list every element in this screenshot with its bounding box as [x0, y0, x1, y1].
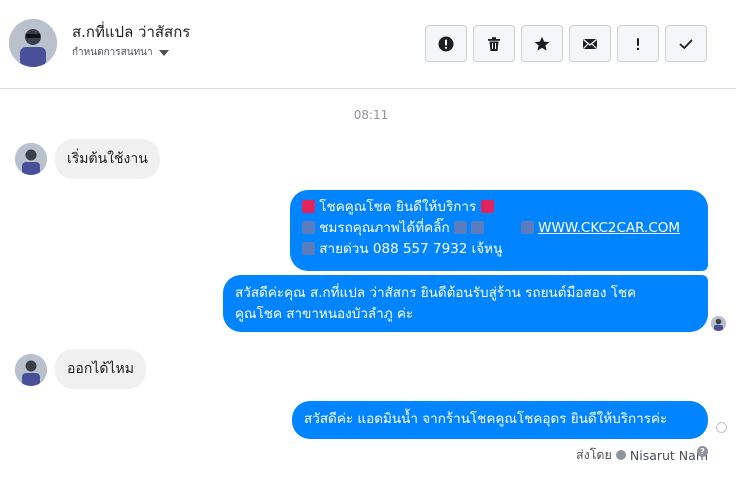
exclamation-icon: [636, 37, 640, 50]
incoming-message[interactable]: ออกได้ไหม: [55, 349, 146, 389]
down-arrow-emoji-icon: [453, 221, 467, 234]
message-line: สวัสดีค่ะคุณ ส.กที่แปล ว่าสัสกร ยินดีต้อ…: [235, 285, 637, 301]
message-line: คูณโชค สาขาหนองบัวลำภู ค่ะ: [235, 306, 414, 322]
envelope-icon: [583, 38, 597, 49]
contact-avatar[interactable]: [9, 19, 57, 67]
outgoing-message[interactable]: สวัสดีค่ะคุณ ส.กที่แปล ว่าสัสกร ยินดีต้อ…: [223, 275, 708, 332]
message-timestamp: 08:11: [353, 108, 389, 122]
contact-name[interactable]: ส.กที่แปล ว่าสัสกร: [72, 20, 190, 44]
outgoing-message[interactable]: สวัสดีค่ะ แอดมินน้ำ จากร้านโชคคูณโชคอุดร…: [292, 401, 708, 439]
sender-avatar[interactable]: [15, 143, 47, 175]
sent-by-note: ส่งโดย Nisarut Nam: [576, 445, 708, 465]
trash-icon: [488, 36, 500, 51]
mark-spam-button[interactable]: [617, 25, 659, 62]
emoji-red-icon: [302, 200, 315, 213]
emoji-red-icon: [480, 200, 494, 213]
seen-by-avatar: [711, 316, 726, 331]
play-emoji-icon: [302, 221, 315, 234]
header-actions: [425, 25, 707, 62]
phone-emoji-icon: [302, 242, 315, 255]
star-button[interactable]: [521, 25, 563, 62]
caret-down-icon: [158, 49, 169, 56]
mark-unread-button[interactable]: [569, 25, 611, 62]
sent-by-label: ส่งโดย: [575, 447, 612, 462]
website-link[interactable]: WWW.CKC2CAR.COM: [538, 220, 680, 236]
sender-avatar[interactable]: [15, 354, 47, 386]
message-line: โชคคูณโชค ยินดีให้บริการ: [302, 197, 696, 218]
message-line: สายด่วน 088 557 7932 เจ้หนู: [302, 239, 696, 260]
check-circle-icon: [615, 450, 626, 460]
conversation-header: ส.กที่แปล ว่าสัสกร กำหนดการสนทนา: [0, 0, 736, 89]
alert-circle-icon: [438, 36, 454, 51]
conversation-options[interactable]: กำหนดการสนทนา: [72, 45, 169, 60]
incoming-message[interactable]: เริ่มต้นใช้งาน: [55, 139, 160, 179]
delete-button[interactable]: [473, 25, 515, 62]
outgoing-message[interactable]: โชคคูณโชค ยินดีให้บริการ ชมรถคุณภาพได้ที…: [290, 190, 708, 271]
play-emoji-icon: [520, 221, 534, 234]
sent-check-icon: [716, 422, 727, 433]
star-icon: [534, 36, 550, 51]
check-icon: [679, 39, 693, 49]
help-icon[interactable]: ?: [697, 446, 708, 457]
message-line: ชมรถคุณภาพได้ที่คลิ๊ก WWW.CKC2CAR.COM: [302, 218, 696, 239]
mark-done-button[interactable]: [665, 25, 707, 62]
report-button[interactable]: [425, 25, 467, 62]
down-arrow-emoji-icon: [471, 221, 485, 234]
conversation-options-label: กำหนดการสนทนา: [72, 47, 153, 58]
